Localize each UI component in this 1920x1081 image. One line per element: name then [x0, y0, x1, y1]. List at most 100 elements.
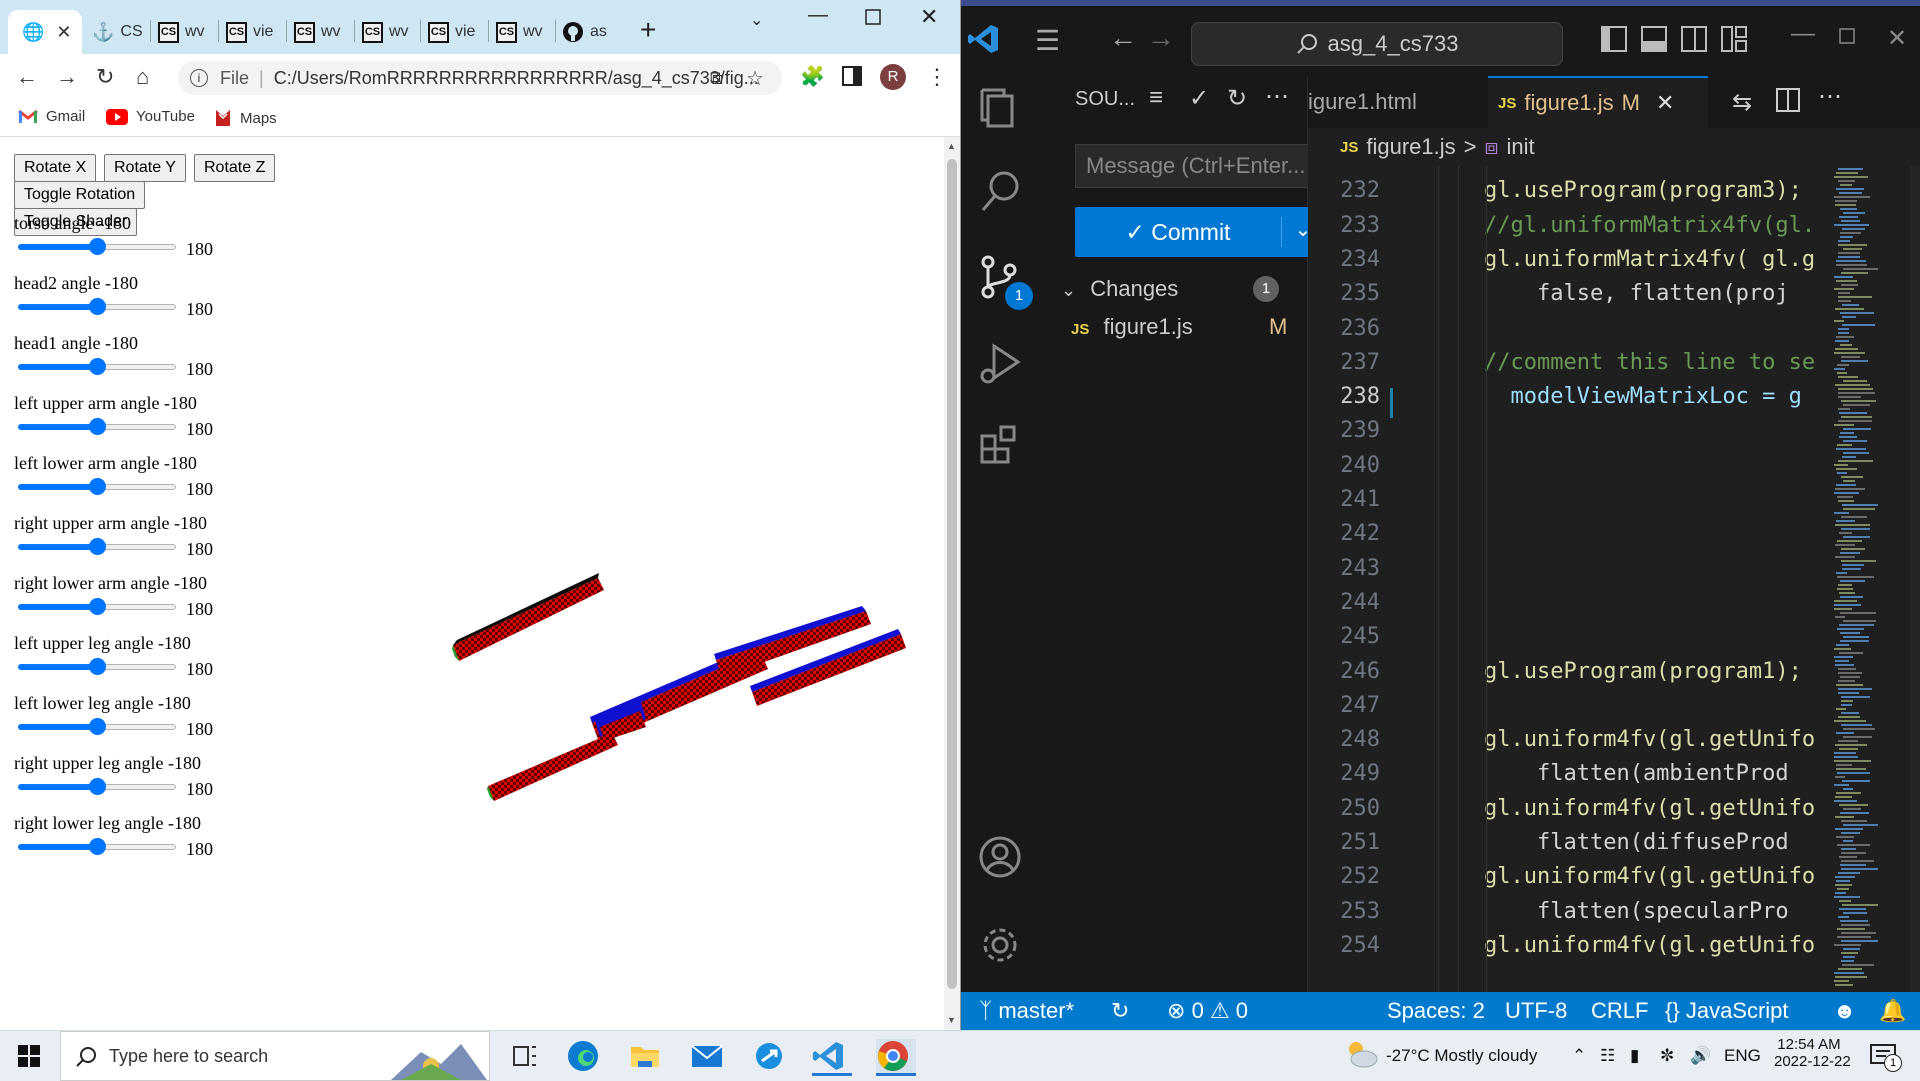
- browser-tab[interactable]: as: [562, 10, 607, 54]
- slider-thumb[interactable]: [89, 778, 106, 795]
- slider-thumb[interactable]: [89, 418, 106, 435]
- refresh-icon[interactable]: ↻: [1227, 84, 1247, 113]
- side-panel-icon[interactable]: [842, 66, 862, 92]
- changes-section-header[interactable]: ⌄ Changes: [1061, 276, 1178, 302]
- code-line[interactable]: flatten(specularPro: [1484, 899, 1789, 924]
- angle-slider[interactable]: [18, 538, 176, 555]
- tab-close-icon[interactable]: ✕: [56, 22, 71, 43]
- editor-tab-js-active[interactable]: JS figure1.js M ✕: [1488, 76, 1708, 128]
- share-icon[interactable]: ⧉: [710, 68, 723, 89]
- code-line[interactable]: flatten(diffuseProd: [1484, 830, 1789, 855]
- kebab-menu-icon[interactable]: ⋮: [926, 64, 948, 90]
- feedback-icon[interactable]: ☻: [1833, 998, 1856, 1024]
- code-line[interactable]: false, flatten(proj: [1484, 281, 1789, 306]
- bookmark-gmail[interactable]: Gmail: [18, 108, 85, 125]
- tab-search-chevron-icon[interactable]: ⌄: [750, 10, 763, 30]
- rotate-z-button[interactable]: Rotate Z: [194, 154, 276, 182]
- breadcrumb-file[interactable]: figure1.js: [1366, 134, 1455, 160]
- code-editor[interactable]: 231 232 gl.useProgram(program3); 233 //gl.un…: [1308, 166, 1920, 992]
- scrollbar-thumb[interactable]: [947, 159, 957, 989]
- angle-slider[interactable]: [18, 358, 176, 375]
- slider-thumb[interactable]: [89, 538, 106, 555]
- pinned-app-icon[interactable]: [752, 1039, 786, 1073]
- address-bar[interactable]: i File | C:/Users/RomRRRRRRRRRRRRRRRRR/a…: [178, 61, 782, 95]
- vscode-taskbar-icon[interactable]: [812, 1039, 852, 1076]
- code-line[interactable]: //comment this line to se: [1484, 350, 1815, 375]
- compare-changes-icon[interactable]: ⇆: [1732, 88, 1752, 117]
- editor-tab-html[interactable]: igure1.html: [1308, 76, 1486, 128]
- minimize-button[interactable]: —: [808, 4, 828, 27]
- profile-avatar[interactable]: R: [880, 64, 906, 90]
- restore-button[interactable]: [1839, 28, 1855, 49]
- clock[interactable]: 12:54 AM 2022-12-22: [1774, 1036, 1851, 1070]
- indentation-status[interactable]: Spaces: 2: [1387, 998, 1485, 1024]
- toggle-rotation-button[interactable]: Toggle Rotation: [14, 181, 146, 209]
- address-url[interactable]: C:/Users/RomRRRRRRRRRRRRRRRRR/asg_4_cs73…: [274, 68, 759, 89]
- chrome-taskbar-icon[interactable]: [876, 1039, 916, 1076]
- slider-thumb[interactable]: [89, 598, 106, 615]
- reload-icon[interactable]: ↻: [96, 64, 114, 90]
- bookmark-youtube[interactable]: YouTube: [106, 108, 195, 125]
- rotate-y-button[interactable]: Rotate Y: [104, 154, 186, 182]
- angle-slider[interactable]: [18, 418, 176, 435]
- code-line[interactable]: gl.uniform4fv(gl.getUnifo: [1484, 933, 1815, 958]
- split-editor-icon[interactable]: [1776, 88, 1800, 119]
- browser-tab[interactable]: CS vie: [226, 10, 273, 54]
- code-line[interactable]: gl.uniformMatrix4fv( gl.g: [1484, 247, 1815, 272]
- code-line[interactable]: gl.useProgram(program3);: [1484, 178, 1802, 203]
- problems-status[interactable]: ⊗ 0 ⚠ 0: [1167, 998, 1248, 1024]
- browser-tab[interactable]: CS wv: [158, 10, 205, 54]
- breadcrumb-symbol[interactable]: init: [1507, 134, 1535, 160]
- browser-tab[interactable]: CS wv: [294, 10, 341, 54]
- changed-file-item[interactable]: JS figure1.js M: [1071, 314, 1289, 348]
- toggle-secondary-sidebar-icon[interactable]: [1681, 26, 1707, 57]
- hamburger-menu-icon[interactable]: ☰: [1035, 24, 1060, 57]
- slider-thumb[interactable]: [89, 478, 106, 495]
- code-line[interactable]: gl.useProgram(program1);: [1484, 659, 1802, 684]
- encoding-status[interactable]: UTF-8: [1505, 998, 1567, 1024]
- angle-slider[interactable]: [18, 778, 176, 795]
- angle-slider[interactable]: [18, 658, 176, 675]
- weather-status[interactable]: -27°C Mostly cloudy: [1386, 1046, 1537, 1066]
- source-control-icon[interactable]: 1: [975, 254, 1033, 310]
- editor-vertical-scrollbar[interactable]: [1910, 166, 1920, 992]
- slider-thumb[interactable]: [89, 718, 106, 735]
- sync-icon[interactable]: ↻: [1111, 998, 1129, 1024]
- mail-icon[interactable]: [690, 1039, 724, 1073]
- tray-chevron-up-icon[interactable]: ⌃: [1572, 1046, 1586, 1066]
- browser-tab[interactable]: CS wv: [362, 10, 409, 54]
- weather-cloud-icon[interactable]: [1344, 1039, 1378, 1074]
- slider-thumb[interactable]: [89, 238, 106, 255]
- tray-device-icon[interactable]: ☷: [1600, 1046, 1615, 1066]
- new-tab-button[interactable]: +: [640, 14, 656, 46]
- code-line[interactable]: //gl.uniformMatrix4fv(gl.: [1484, 213, 1815, 238]
- commit-check-icon[interactable]: ✓: [1189, 84, 1209, 113]
- commit-button[interactable]: ✓ Commit: [1075, 207, 1281, 257]
- close-window-button[interactable]: ✕: [1887, 24, 1907, 53]
- angle-slider[interactable]: [18, 838, 176, 855]
- windows-start-icon[interactable]: [18, 1045, 40, 1072]
- slider-thumb[interactable]: [89, 658, 106, 675]
- code-line[interactable]: flatten(ambientProd: [1484, 761, 1789, 786]
- nav-forward-icon[interactable]: →: [1147, 22, 1175, 54]
- account-icon[interactable]: [975, 834, 1025, 884]
- scroll-down-arrow-icon[interactable]: ▼: [947, 1015, 956, 1025]
- command-center-search[interactable]: asg_4_cs733: [1191, 22, 1563, 66]
- code-line[interactable]: modelViewMatrixLoc = g: [1484, 384, 1801, 409]
- slider-thumb[interactable]: [89, 298, 106, 315]
- angle-slider[interactable]: [18, 718, 176, 735]
- extensions-puzzle-icon[interactable]: 🧩: [800, 64, 825, 89]
- close-window-button[interactable]: ✕: [920, 4, 938, 30]
- browser-tab[interactable]: ⚓ CS: [92, 10, 143, 54]
- notification-center-icon[interactable]: 1: [1870, 1044, 1902, 1073]
- forward-arrow-icon[interactable]: →: [56, 64, 78, 90]
- browser-tab[interactable]: CS wv: [496, 10, 543, 54]
- browser-tab-active[interactable]: 🌐 ✕: [8, 10, 82, 54]
- language-indicator[interactable]: ENG: [1724, 1046, 1761, 1066]
- scroll-up-arrow-icon[interactable]: ▲: [947, 141, 956, 151]
- page-scrollbar[interactable]: ▲ ▼: [944, 137, 960, 1030]
- angle-slider[interactable]: [18, 478, 176, 495]
- taskbar-search-box[interactable]: Type here to search: [60, 1031, 490, 1081]
- code-line[interactable]: gl.uniform4fv(gl.getUnifo: [1484, 727, 1815, 752]
- toggle-panel-icon[interactable]: [1641, 26, 1667, 57]
